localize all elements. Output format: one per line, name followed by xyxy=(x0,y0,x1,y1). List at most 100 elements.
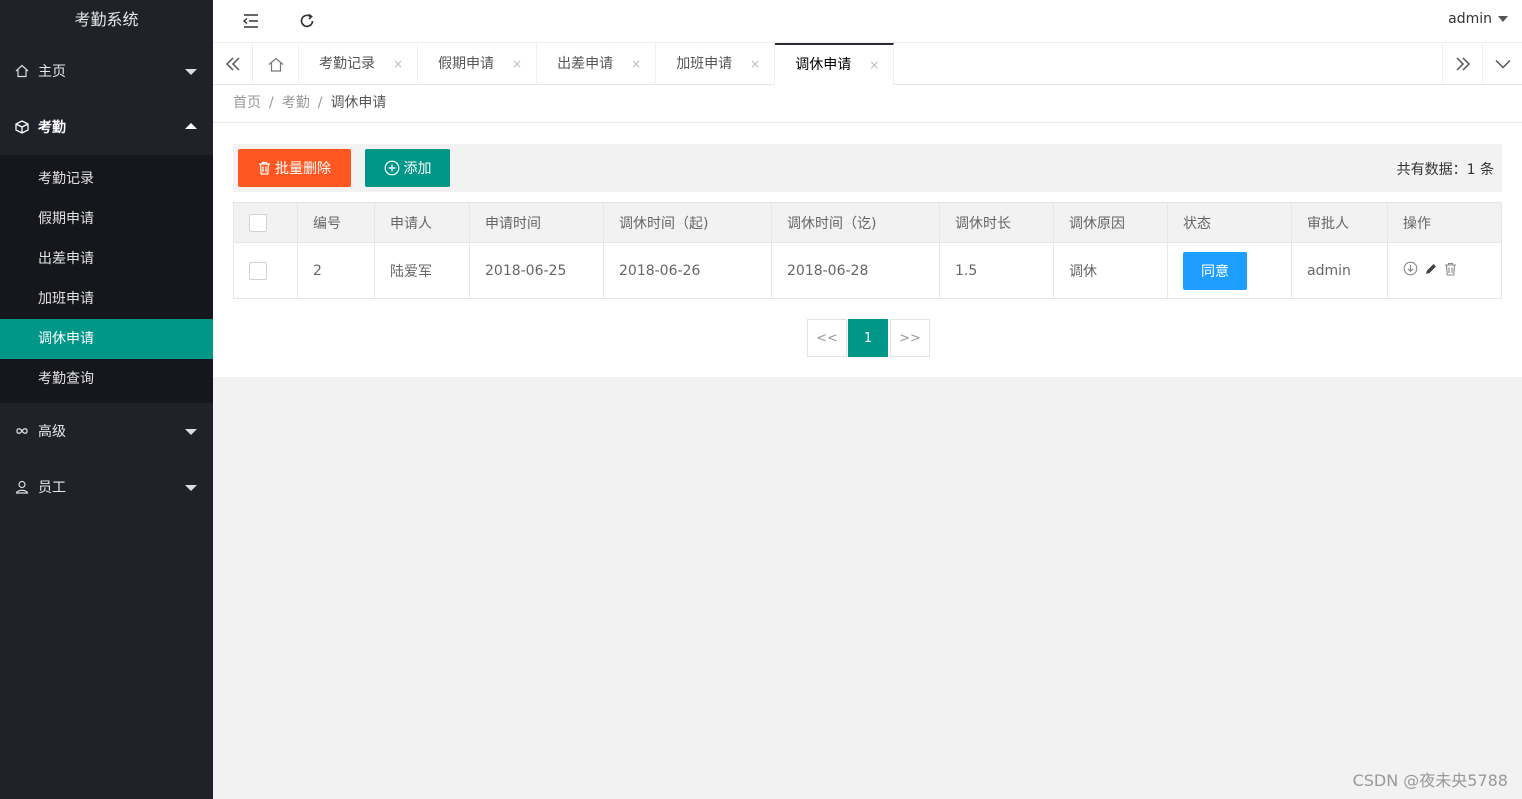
tab-list: 考勤记录 × 假期申请 × 出差申请 × 加班申请 × 调休申请 × xyxy=(253,43,895,85)
sidebar-subitem-business-trip[interactable]: 出差申请 xyxy=(0,239,213,279)
pagination-prev[interactable]: << xyxy=(807,319,847,357)
row-checkbox[interactable] xyxy=(249,261,267,280)
breadcrumb-home[interactable]: 首页 xyxy=(233,95,261,111)
tab-overtime[interactable]: 加班申请 × xyxy=(656,43,776,85)
tab-scroll-left-button[interactable] xyxy=(213,43,253,84)
close-icon[interactable]: × xyxy=(750,43,760,85)
select-all-checkbox[interactable] xyxy=(249,213,267,232)
tab-label: 调休申请 xyxy=(795,57,852,73)
caret-down-icon xyxy=(1498,16,1508,22)
breadcrumb-attendance[interactable]: 考勤 xyxy=(282,95,310,111)
cube-icon xyxy=(12,120,32,134)
cell-duration: 1.5 xyxy=(939,242,1054,299)
batch-delete-label: 批量删除 xyxy=(275,161,331,177)
column-header: 操作 xyxy=(1387,202,1502,243)
tab-attendance-record[interactable]: 考勤记录 × xyxy=(299,43,419,85)
close-icon[interactable]: × xyxy=(512,43,522,85)
top-header: admin xyxy=(213,0,1522,43)
sidebar-subitem-compensatory-leave[interactable]: 调休申请 xyxy=(0,319,213,359)
batch-delete-button[interactable]: 批量删除 xyxy=(238,149,351,187)
table-row: 2 陆爱军 2018-06-25 2018-06-26 2018-06-28 1… xyxy=(233,242,1502,299)
tab-home[interactable] xyxy=(253,43,299,85)
sidebar-item-label: 高级 xyxy=(38,424,66,440)
download-circle-icon[interactable] xyxy=(1403,261,1418,280)
app-logo: 考勤系统 xyxy=(0,0,213,43)
tab-menu-button[interactable] xyxy=(1482,43,1522,84)
column-header: 调休时间（讫) xyxy=(771,202,940,243)
chevron-up-icon xyxy=(185,123,197,129)
breadcrumb-current: 调休申请 xyxy=(330,95,387,111)
refresh-button[interactable] xyxy=(295,9,319,33)
sidebar-subitem-leave-request[interactable]: 假期申请 xyxy=(0,199,213,239)
sidebar-item-attendance[interactable]: 考勤 xyxy=(0,99,213,155)
cell-id: 2 xyxy=(297,242,375,299)
watermark: CSDN @夜未央5788 xyxy=(1352,771,1508,790)
double-chevron-left-icon xyxy=(225,56,240,71)
breadcrumb-separator: / xyxy=(317,95,323,111)
trash-icon[interactable] xyxy=(1444,262,1457,280)
tab-compensatory-leave[interactable]: 调休申请 × xyxy=(775,43,895,85)
add-circle-icon xyxy=(384,160,400,176)
column-header: 编号 xyxy=(297,202,375,243)
chevron-down-icon xyxy=(185,69,197,75)
column-header: 调休时间（起) xyxy=(603,202,772,243)
data-table: 编号 申请人 申请时间 调休时间（起) 调休时间（讫) 调休时长 调休原因 状态… xyxy=(233,202,1502,299)
cell-status: 同意 xyxy=(1167,242,1292,299)
cell-applicant: 陆爱军 xyxy=(374,242,470,299)
user-menu[interactable]: admin xyxy=(1448,11,1508,27)
trash-icon xyxy=(258,161,271,175)
toolbar: 批量删除 添加 共有数据：1 条 xyxy=(233,144,1502,192)
home-icon xyxy=(268,57,283,72)
status-approved-button[interactable]: 同意 xyxy=(1183,251,1247,290)
tab-label: 假期申请 xyxy=(438,56,495,72)
menu-fold-icon xyxy=(242,14,258,28)
cell-reason: 调休 xyxy=(1053,242,1168,299)
tab-label: 出差申请 xyxy=(557,56,614,72)
user-icon xyxy=(12,480,32,494)
sidebar-subitem-overtime[interactable]: 加班申请 xyxy=(0,279,213,319)
cell-end: 2018-06-28 xyxy=(771,242,940,299)
chevron-down-icon xyxy=(185,485,197,491)
column-header: 调休时长 xyxy=(939,202,1054,243)
column-header: 状态 xyxy=(1167,202,1292,243)
menu-fold-button[interactable] xyxy=(239,9,263,33)
chevron-down-icon xyxy=(1494,59,1511,69)
total-count: 共有数据：1 条 xyxy=(1396,162,1494,178)
chevron-down-icon xyxy=(185,429,197,435)
cell-apply-time: 2018-06-25 xyxy=(469,242,604,299)
sidebar-item-home[interactable]: 主页 xyxy=(0,43,213,99)
breadcrumb: 首页 / 考勤 / 调休申请 xyxy=(213,85,1522,123)
sidebar-item-label: 主页 xyxy=(38,64,66,80)
sidebar-item-employee[interactable]: 员工 xyxy=(0,459,213,515)
sidebar-subitem-attendance-record[interactable]: 考勤记录 xyxy=(0,159,213,199)
pagination-next[interactable]: >> xyxy=(890,319,930,357)
main-content: 首页 / 考勤 / 调休申请 批量删除 添加 共有数据：1 条 编号 申请人 申请时间 … xyxy=(213,85,1522,377)
cell-approver: admin xyxy=(1291,242,1388,299)
refresh-icon xyxy=(300,13,314,28)
breadcrumb-separator: / xyxy=(269,95,274,111)
double-chevron-right-icon xyxy=(1455,56,1470,71)
close-icon[interactable]: × xyxy=(393,43,403,85)
edit-pencil-icon[interactable] xyxy=(1424,262,1438,280)
tab-label: 考勤记录 xyxy=(319,56,375,72)
close-icon[interactable]: × xyxy=(631,43,641,85)
infinity-icon xyxy=(12,426,32,436)
row-select-cell xyxy=(233,242,298,299)
cell-actions xyxy=(1387,242,1502,299)
table-header-row: 编号 申请人 申请时间 调休时间（起) 调休时间（讫) 调休时长 调休原因 状态… xyxy=(233,202,1502,243)
column-header: 调休原因 xyxy=(1053,202,1168,243)
sidebar-item-advanced[interactable]: 高级 xyxy=(0,403,213,459)
sidebar-item-label: 员工 xyxy=(38,480,66,496)
close-icon[interactable]: × xyxy=(869,46,879,84)
select-all-cell xyxy=(233,202,298,243)
sidebar-subitem-attendance-query[interactable]: 考勤查询 xyxy=(0,359,213,399)
pagination-page-current[interactable]: 1 xyxy=(848,319,888,357)
tab-business-trip[interactable]: 出差申请 × xyxy=(537,43,657,85)
tab-leave-request[interactable]: 假期申请 × xyxy=(418,43,538,85)
tab-bar: 考勤记录 × 假期申请 × 出差申请 × 加班申请 × 调休申请 × xyxy=(213,43,1522,85)
sidebar-submenu: 考勤记录 假期申请 出差申请 加班申请 调休申请 考勤查询 xyxy=(0,155,213,403)
add-button[interactable]: 添加 xyxy=(365,149,450,187)
column-header: 申请人 xyxy=(374,202,470,243)
tab-scroll-right-button[interactable] xyxy=(1442,43,1482,84)
sidebar: 考勤系统 主页 考勤 考勤记录 假期申请 出差申请 加班申请 调休申请 考勤查询… xyxy=(0,0,213,799)
